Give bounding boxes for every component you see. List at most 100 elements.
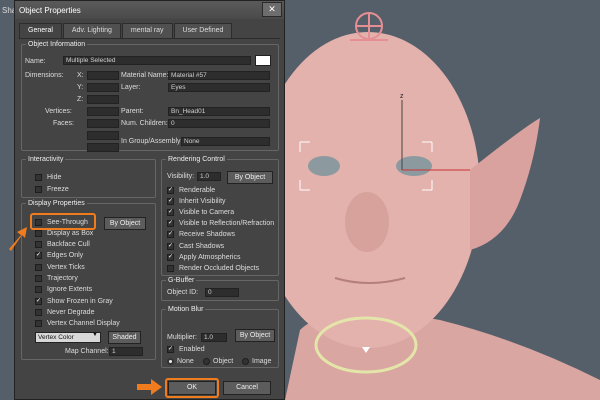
display-prop-checkbox[interactable]: Backface Cull [35,240,90,250]
render-prop-checkbox-box[interactable] [167,264,174,272]
radio-object-label: Object [213,357,234,365]
freeze-label: Freeze [47,185,69,193]
display-prop-checkbox-box[interactable] [35,320,42,328]
tab-adv-lighting[interactable]: Adv. Lighting [62,23,121,38]
material-name-field: Material #57 [168,71,270,80]
display-by-object-button[interactable]: By Object [104,217,146,230]
rendering-by-object-button[interactable]: By Object [227,171,273,184]
render-prop-checkbox-box[interactable]: ✓ [167,242,174,250]
render-prop-checkbox-label: Receive Shadows [179,231,236,239]
x-label: X: [77,72,84,79]
display-prop-checkbox-label: Never Degrade [47,308,95,316]
render-prop-checkbox-label: Visible to Camera [179,208,235,216]
arrow-icon [9,227,27,251]
render-prop-checkbox-box[interactable]: ✓ [167,208,174,216]
display-prop-checkbox-label: Show Frozen in Gray [47,297,113,305]
dimension-y-field [87,83,119,92]
vertices-field [87,107,119,116]
render-prop-checkbox-box[interactable]: ✓ [167,231,174,239]
parent-label: Parent: [121,108,144,115]
render-prop-checkbox[interactable]: ✓ Receive Shadows [167,230,235,240]
tab-general[interactable]: General [19,23,62,38]
name-field[interactable]: Multiple Selected [63,56,251,65]
render-prop-checkbox-box[interactable]: ✓ [167,253,174,261]
render-prop-checkbox-label: Inherit Visibility [179,197,226,205]
enabled-checkbox-box[interactable]: ✓ [167,345,174,353]
render-prop-checkbox[interactable]: ✓ Apply Atmospherics [167,252,240,262]
freeze-checkbox[interactable]: Freeze [35,184,69,194]
display-prop-checkbox[interactable]: Ignore Extents [35,285,92,295]
dimension-x-field [87,71,119,80]
radio-none[interactable]: None [167,356,194,366]
display-prop-checkbox-box[interactable]: ✓ [35,297,42,305]
visibility-field[interactable]: 1.0 [197,172,221,181]
dimension-z-field [87,95,119,104]
render-prop-checkbox-box[interactable]: ✓ [167,197,174,205]
tab-user-defined[interactable]: User Defined [173,23,233,38]
chevron-down-icon[interactable]: ▼ [92,332,98,338]
dialog-titlebar[interactable]: Object Properties [15,1,284,19]
display-prop-checkbox-box[interactable] [35,241,42,249]
render-prop-checkbox[interactable]: ✓ Visible to Camera [167,207,234,217]
group-field: None [181,137,270,146]
object-id-label: Object ID: [167,289,199,296]
multiplier-field[interactable]: 1.0 [201,333,227,342]
radio-object[interactable]: Object [203,356,233,366]
hide-checkbox-box[interactable] [35,173,42,181]
display-prop-checkbox-label: Backface Cull [47,241,90,249]
g-buffer-legend: G-Buffer [168,277,195,284]
render-prop-checkbox[interactable]: Render Occluded Objects [167,263,259,273]
render-prop-checkbox[interactable]: ✓ Renderable [167,185,215,195]
dimensions-label: Dimensions: [25,72,64,79]
object-properties-dialog: Object Properties ✕ General Adv. Lightin… [9,0,285,400]
object-color-swatch[interactable] [255,55,271,66]
z-label: Z: [77,96,84,103]
render-prop-checkbox-box[interactable]: ✓ [167,220,174,228]
enabled-checkbox[interactable]: ✓ Enabled [167,344,205,354]
radio-none-dot[interactable] [167,357,174,365]
render-prop-checkbox-box[interactable]: ✓ [167,186,174,194]
object-id-field[interactable]: 0 [205,288,239,297]
display-prop-checkbox-box[interactable] [35,263,42,271]
display-prop-checkbox[interactable]: Never Degrade [35,307,94,317]
freeze-checkbox-box[interactable] [35,185,42,193]
y-label: Y: [77,84,84,91]
cancel-button[interactable]: Cancel [223,381,271,395]
parent-field: Bn_Head01 [168,107,270,116]
faces-label: Faces: [53,120,75,127]
map-channel-field[interactable]: 1 [109,347,143,356]
arrow-icon [137,379,162,395]
display-prop-checkbox-box[interactable] [35,229,42,237]
render-prop-checkbox-label: Visible to Reflection/Refraction [179,220,275,228]
display-prop-checkbox[interactable]: Vertex Ticks [35,262,85,272]
display-prop-checkbox[interactable]: Vertex Channel Display [35,319,120,329]
radio-image[interactable]: Image [242,356,271,366]
render-prop-checkbox-label: Render Occluded Objects [179,264,260,272]
tab-mental-ray[interactable]: mental ray [121,23,173,38]
display-prop-checkbox-box[interactable]: ✓ [35,252,42,260]
group-label: In Group/Assembly: [121,138,183,145]
display-prop-checkbox-box[interactable] [35,286,42,294]
radio-object-dot[interactable] [203,357,210,365]
render-prop-checkbox[interactable]: ✓ Cast Shadows [167,241,224,251]
display-prop-checkbox-box[interactable] [35,308,42,316]
map-channel-label: Map Channel: [65,348,109,355]
render-prop-checkbox[interactable]: ✓ Inherit Visibility [167,196,226,206]
display-prop-checkbox[interactable]: ✓ Edges Only [35,251,83,261]
radio-none-label: None [177,357,194,365]
motion-blur-by-object-button[interactable]: By Object [235,329,275,342]
display-properties-legend: Display Properties [28,200,85,207]
display-prop-checkbox[interactable]: ✓ Show Frozen in Gray [35,296,113,306]
render-prop-checkbox[interactable]: ✓ Visible to Reflection/Refraction [167,219,274,229]
hide-checkbox[interactable]: Hide [35,172,61,182]
display-prop-checkbox-box[interactable] [35,275,42,282]
num-children-label: Num. Children: [121,120,168,127]
hide-label: Hide [47,173,62,181]
extra-field-2 [87,143,119,152]
close-icon[interactable]: ✕ [262,2,282,17]
object-information-legend: Object Information [28,41,86,48]
radio-image-dot[interactable] [242,357,249,365]
display-prop-checkbox[interactable]: Trajectory [35,274,78,284]
shaded-button[interactable]: Shaded [108,331,141,344]
render-prop-checkbox-label: Apply Atmospherics [179,253,241,261]
